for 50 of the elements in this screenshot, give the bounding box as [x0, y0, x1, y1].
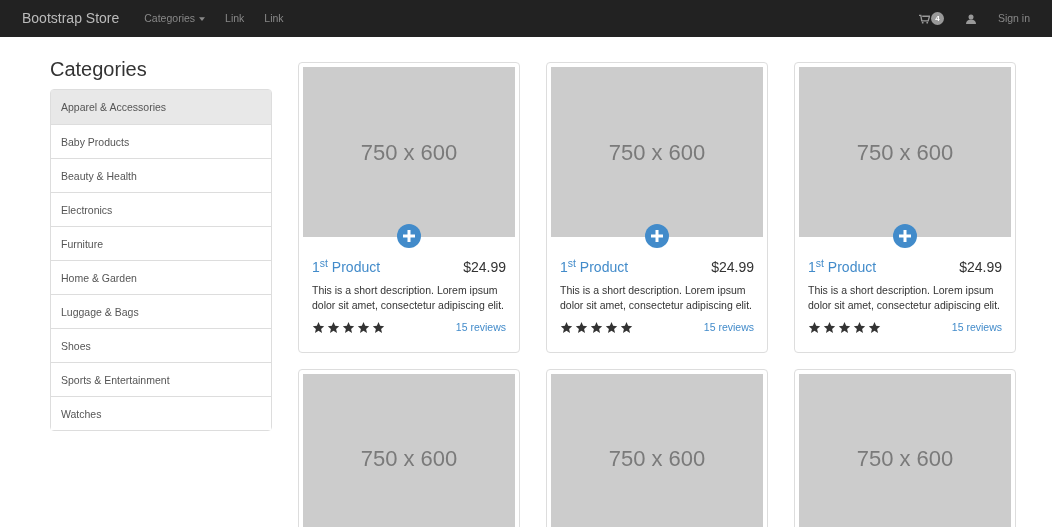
- cart-count-badge: 4: [930, 12, 944, 25]
- star-icon: [342, 321, 355, 335]
- star-icon: [372, 321, 385, 335]
- brand-link[interactable]: Bootstrap Store: [22, 8, 120, 29]
- reviews-link[interactable]: 15 reviews: [703, 320, 754, 336]
- add-button[interactable]: [397, 224, 421, 248]
- nav-link[interactable]: Link: [264, 10, 284, 27]
- star-icon: [853, 321, 866, 335]
- star-icon: [312, 321, 325, 335]
- nav-link[interactable]: Link: [225, 10, 245, 27]
- product-price: $24.99: [463, 258, 506, 277]
- add-button[interactable]: [645, 224, 669, 248]
- add-button[interactable]: [893, 224, 917, 248]
- star-icon: [575, 321, 588, 335]
- product-link[interactable]: 1$^{st}$ Product: [560, 257, 629, 278]
- reviews-link[interactable]: 15 reviews: [455, 320, 506, 336]
- dropdown-link[interactable]: Categories: [144, 10, 206, 27]
- star-icon: [560, 321, 573, 335]
- plus-icon: [651, 230, 663, 242]
- star-icon: [605, 321, 618, 335]
- star-icon: [357, 321, 370, 335]
- image-size-label: 750 x 600: [856, 138, 954, 167]
- product-price: $24.99: [711, 258, 754, 277]
- reviews-link[interactable]: 15 reviews: [951, 320, 1002, 336]
- image-size-label: 750 x 600: [856, 445, 954, 474]
- product-description: This is a short description. Lorem ipsum dolor sit amet, consectetur adipiscing elit.: [808, 283, 1001, 313]
- product-description: This is a short description. Lorem ipsum dolor sit amet, consectetur adipiscing elit.: [312, 283, 505, 313]
- star-icon: [590, 321, 603, 335]
- star-icon: [823, 321, 836, 335]
- cart-icon: [918, 13, 930, 24]
- star-icon: [808, 321, 821, 335]
- plus-icon: [403, 230, 415, 242]
- product-price: $24.99: [959, 258, 1002, 277]
- image-size-label: 750 x 600: [360, 138, 458, 167]
- image-size-label: 750 x 600: [360, 445, 458, 474]
- category-item[interactable]: Apparel & Accessories: [51, 90, 271, 124]
- category-item[interactable]: Watches: [51, 396, 271, 430]
- star-icon: [620, 321, 633, 335]
- sign-in-link[interactable]: Sign in: [997, 10, 1030, 27]
- product-link[interactable]: 1$^{st}$ Product: [312, 257, 381, 278]
- star-icon: [327, 321, 340, 335]
- plus-icon: [899, 230, 911, 242]
- image-size-label: 750 x 600: [608, 138, 706, 167]
- product-link[interactable]: 1$^{st}$ Product: [808, 257, 877, 278]
- star-icon: [838, 321, 851, 335]
- star-icon: [868, 321, 881, 335]
- image-size-label: 750 x 600: [608, 445, 706, 474]
- user-icon[interactable]: [965, 13, 976, 24]
- sidebar-title: Categories: [50, 59, 148, 79]
- product-description: This is a short description. Lorem ipsum dolor sit amet, consectetur adipiscing elit.: [560, 283, 753, 313]
